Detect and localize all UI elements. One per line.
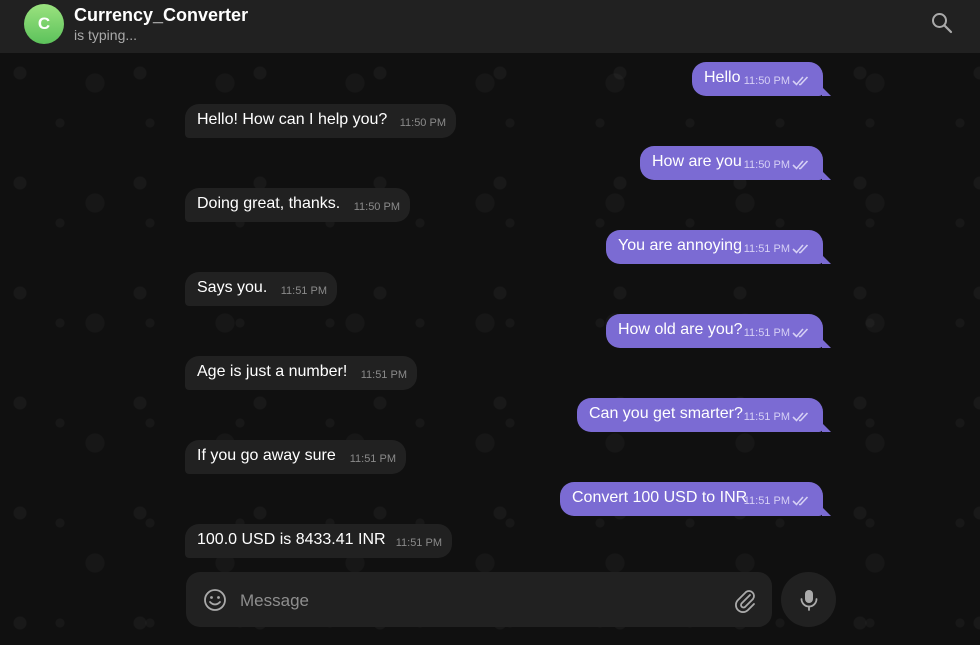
avatar[interactable]: C (24, 4, 64, 44)
message-outgoing[interactable]: Hello 11:50 PM (692, 62, 823, 96)
attach-button[interactable] (733, 587, 757, 613)
message-text: If you go away sure (197, 447, 336, 464)
voice-message-button[interactable] (781, 572, 836, 627)
double-check-icon (792, 76, 809, 86)
paperclip-icon (735, 590, 755, 613)
bubble-tail (822, 507, 831, 516)
message-text: Doing great, thanks. (197, 195, 341, 212)
message-composer[interactable] (186, 572, 772, 629)
message-incoming[interactable]: Doing great, thanks. 11:50 PM (185, 188, 410, 222)
search-icon (932, 13, 953, 34)
message-incoming[interactable]: If you go away sure 11:51 PM (185, 440, 406, 474)
message-outgoing[interactable]: How old are you? 11:51 PM (606, 314, 823, 348)
chat-title[interactable]: Currency_Converter (74, 5, 248, 26)
message-time: 11:51 PM (280, 285, 327, 297)
message-text: 100.0 USD is 8433.41 INR (197, 531, 386, 548)
message-text: Hello (704, 69, 741, 86)
message-time: 11:51 PM (743, 243, 790, 255)
bubble-tail (822, 171, 831, 180)
double-check-icon (792, 160, 809, 170)
bubble-tail (822, 255, 831, 264)
chat-status: is typing... (74, 27, 138, 43)
message-outgoing[interactable]: You are annoying 11:51 PM (606, 230, 823, 264)
message-text: Says you. (197, 279, 268, 296)
message-outgoing[interactable]: Can you get smarter? 11:51 PM (577, 398, 823, 432)
double-check-icon (792, 328, 809, 338)
message-time: 11:51 PM (360, 369, 407, 381)
search-button[interactable] (930, 11, 960, 39)
message-time: 11:51 PM (743, 327, 790, 339)
chat-header[interactable]: C Currency_Converter is typing... (0, 0, 980, 53)
message-time: 11:51 PM (395, 537, 442, 549)
message-outgoing[interactable]: Convert 100 USD to INR 11:51 PM (560, 482, 823, 516)
message-time: 11:51 PM (349, 453, 396, 465)
message-time: 11:50 PM (743, 159, 790, 171)
double-check-icon (792, 412, 809, 422)
message-text: How are you (652, 153, 742, 170)
message-text: Age is just a number! (197, 363, 348, 380)
bubble-tail (822, 423, 831, 432)
double-check-icon (792, 496, 809, 506)
message-time: 11:51 PM (743, 495, 790, 507)
message-incoming[interactable]: Says you. 11:51 PM (185, 272, 337, 306)
message-text: How old are you? (618, 321, 743, 338)
message-outgoing[interactable]: How are you 11:50 PM (640, 146, 823, 180)
emoji-icon (204, 589, 226, 611)
microphone-icon (800, 590, 818, 611)
bubble-tail (822, 87, 831, 96)
message-incoming[interactable]: Age is just a number! 11:51 PM (185, 356, 417, 390)
message-text: Hello! How can I help you? (197, 111, 388, 128)
bubble-tail (822, 339, 831, 348)
message-time: 11:51 PM (743, 411, 790, 423)
message-incoming[interactable]: Hello! How can I help you? 11:50 PM (185, 104, 456, 138)
message-text: Can you get smarter? (589, 405, 743, 422)
message-time: 11:50 PM (743, 75, 790, 87)
chat-background (0, 53, 980, 645)
emoji-button[interactable] (203, 588, 227, 612)
message-time: 11:50 PM (353, 201, 400, 213)
message-incoming[interactable]: 100.0 USD is 8433.41 INR 11:51 PM (185, 524, 452, 558)
message-input[interactable] (238, 572, 722, 629)
message-text: Convert 100 USD to INR (572, 489, 748, 506)
message-text: You are annoying (618, 237, 742, 254)
double-check-icon (792, 244, 809, 254)
message-time: 11:50 PM (399, 117, 446, 129)
